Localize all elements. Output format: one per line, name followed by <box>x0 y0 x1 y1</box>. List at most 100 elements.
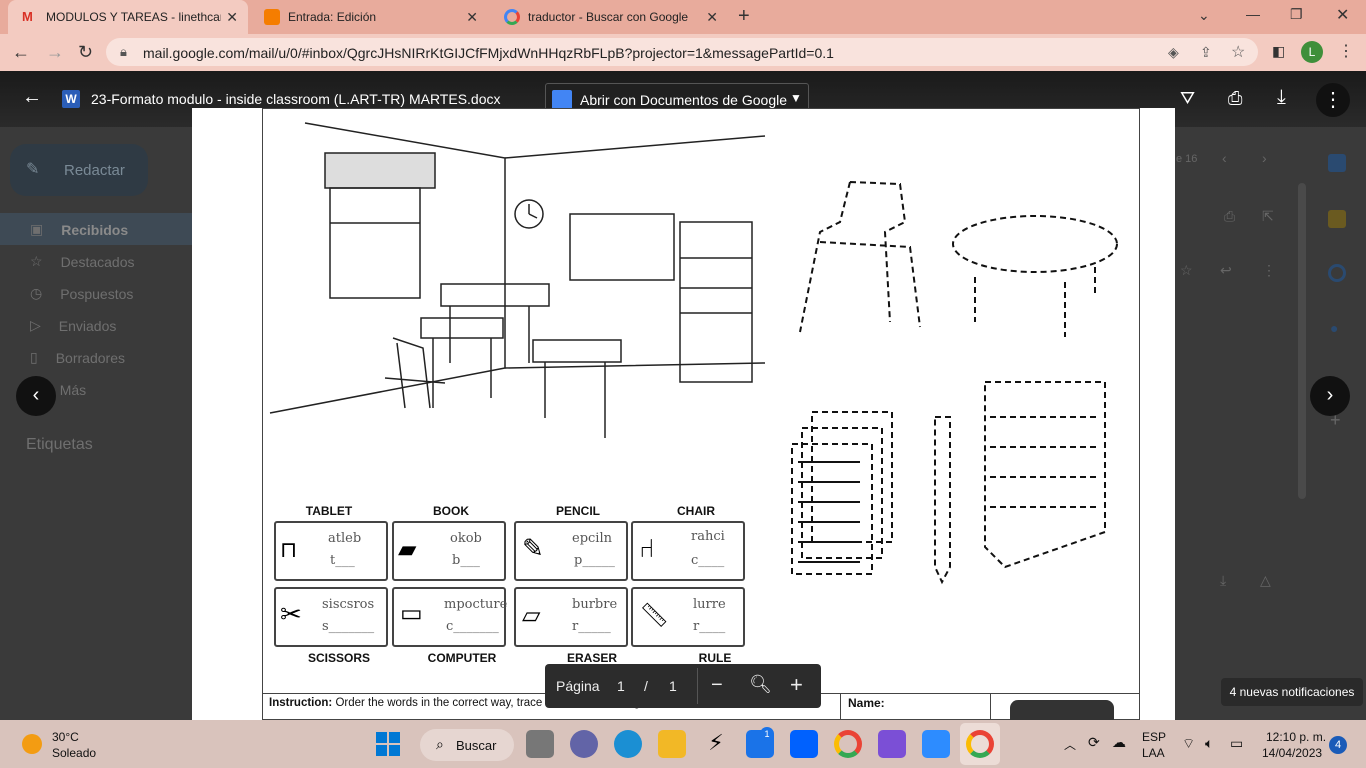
keyboard-layout[interactable]: LAA <box>1142 746 1165 760</box>
file-name: 23-Formato modulo - inside classroom (L.… <box>91 91 501 107</box>
dropbox-icon[interactable] <box>790 730 818 758</box>
file-explorer-icon[interactable] <box>658 730 686 758</box>
tab-search-icon[interactable]: ⌄ <box>1198 7 1210 24</box>
student-chair <box>384 337 446 409</box>
previous-attachment-button[interactable]: ‹ <box>16 376 56 416</box>
chevron-left-icon[interactable]: ‹ <box>1222 150 1227 166</box>
sidebar-item-drafts[interactable]: ▯ Borradores <box>30 349 125 366</box>
onedrive-icon[interactable]: ☁ <box>1112 734 1126 751</box>
compose-button[interactable]: ✎ Redactar <box>10 144 148 196</box>
contacts-icon[interactable]: ● <box>1330 320 1338 336</box>
tab-gmail[interactable]: M MODULOS Y TAREAS - linethcano ✕ <box>8 0 248 34</box>
chrome-profile-icon[interactable] <box>966 730 994 758</box>
star-icon[interactable]: ☆ <box>1180 262 1193 279</box>
forward-icon[interactable]: → <box>46 42 64 63</box>
open-new-window-icon[interactable]: ⇱ <box>1262 208 1274 225</box>
tab-blogger[interactable]: Entrada: Edición ✕ <box>250 0 488 34</box>
print-icon[interactable]: ⎙ <box>1228 88 1242 109</box>
reply-icon[interactable]: ↩ <box>1220 262 1232 279</box>
blogger-icon <box>264 9 280 25</box>
minimize-icon[interactable]: — <box>1246 6 1260 22</box>
chrome-icon[interactable] <box>834 730 862 758</box>
weather-temp[interactable]: 30°C <box>52 730 79 744</box>
wifi-icon[interactable]: ⌔ <box>1182 735 1195 753</box>
back-arrow-icon[interactable]: ← <box>22 86 42 109</box>
next-attachment-button[interactable]: › <box>1310 376 1350 416</box>
zoom-reset-icon[interactable]: 🔍︎ <box>749 674 772 695</box>
tasks-icon[interactable] <box>1328 264 1346 282</box>
chevron-up-icon[interactable]: ︿ <box>1064 736 1076 753</box>
sidebar-item-starred[interactable]: ☆ Destacados <box>30 253 135 270</box>
edge-icon[interactable] <box>614 730 642 758</box>
taskbar-search[interactable]: ⌕ Buscar <box>420 729 514 761</box>
divider <box>990 693 991 720</box>
trace-illustrations <box>791 181 1118 585</box>
url-text[interactable]: mail.google.com/mail/u/0/#inbox/QgrcJHsN… <box>143 45 834 61</box>
page-separator: / <box>644 678 648 694</box>
teams-chat-icon[interactable] <box>570 730 598 758</box>
pencil-icon: ✎ <box>522 533 544 563</box>
reload-icon[interactable]: ↻ <box>78 42 93 63</box>
close-icon[interactable]: ✕ <box>226 9 238 26</box>
notification-badge[interactable]: 4 <box>1329 736 1347 754</box>
window-close-icon[interactable]: ✕ <box>1336 5 1349 25</box>
label-eraser: ERASER <box>566 651 617 665</box>
add-to-drive-icon[interactable]: ⛛ <box>1180 88 1195 109</box>
language-code[interactable]: ESP <box>1142 730 1166 744</box>
sidebar-item-sent[interactable]: ▷ Enviados <box>30 317 116 334</box>
profile-avatar[interactable]: L <box>1301 41 1323 63</box>
weather-sun-icon[interactable] <box>22 734 42 754</box>
print-icon[interactable]: ⎙ <box>1224 208 1235 225</box>
restore-icon[interactable]: ❐ <box>1290 6 1303 23</box>
clock-date[interactable]: 14/04/2023 <box>1262 746 1322 760</box>
tab-google[interactable]: traductor - Buscar con Google ✕ <box>490 0 728 34</box>
menu-icon[interactable]: ⋮ <box>1338 41 1354 61</box>
chair-icon: ⑁ <box>639 533 655 563</box>
back-icon[interactable]: ← <box>12 42 30 63</box>
clipchamp-icon[interactable] <box>878 730 906 758</box>
scrollbar[interactable] <box>1298 183 1306 499</box>
page-current[interactable]: 1 <box>617 678 625 694</box>
sidebar-item-snoozed[interactable]: ◷ Pospuestos <box>30 285 133 302</box>
paper-trace <box>791 443 873 575</box>
more-actions-icon[interactable]: ⋮ <box>1316 83 1350 117</box>
dropdown-arrow-icon[interactable]: ▼ <box>790 91 802 105</box>
app-icon[interactable]: ⚡︎ <box>702 730 730 758</box>
sidepanel-icon[interactable]: ◧ <box>1272 43 1285 60</box>
sidebar-item-inbox[interactable]: ▣ Recibidos <box>30 221 128 238</box>
bookmark-star-icon[interactable]: ☆ <box>1231 42 1245 62</box>
more-icon[interactable]: ⋮ <box>1262 262 1276 279</box>
share-icon[interactable]: ⇪ <box>1200 44 1212 61</box>
weather-desc[interactable]: Soleado <box>52 746 96 760</box>
keep-icon[interactable] <box>1328 210 1346 228</box>
windows-start-icon[interactable] <box>376 732 400 756</box>
battery-icon[interactable]: ▭ <box>1230 735 1243 752</box>
star-icon: ☆ <box>30 253 43 269</box>
search-label: Buscar <box>456 738 497 753</box>
new-tab-button[interactable]: + <box>738 5 750 28</box>
zoom-in-icon[interactable]: + <box>790 672 803 698</box>
zoom-out-icon[interactable]: − <box>711 674 723 697</box>
clock-time[interactable]: 12:10 p. m. <box>1266 730 1326 744</box>
zoom-icon[interactable] <box>922 730 950 758</box>
calendar-icon[interactable] <box>1328 154 1346 172</box>
chevron-right-icon[interactable]: › <box>1262 150 1267 166</box>
clock-icon: ◷ <box>30 285 43 301</box>
task-view-icon[interactable] <box>526 730 554 758</box>
close-icon[interactable]: ✕ <box>466 9 478 26</box>
notification-toast[interactable]: 4 nuevas notificaciones <box>1221 678 1363 706</box>
student-desk <box>532 339 622 363</box>
download-icon[interactable]: ⤓ <box>1220 572 1226 589</box>
save-to-drive-icon[interactable]: △ <box>1260 572 1271 589</box>
lock-icon[interactable]: 🔒︎ <box>120 44 127 60</box>
scrambled-word: okob <box>450 531 482 546</box>
volume-icon[interactable]: 🔈︎ <box>1205 735 1213 752</box>
extension-icon[interactable]: ◈ <box>1168 44 1179 61</box>
sidebar-label: Enviados <box>58 317 117 334</box>
download-icon[interactable]: ⤓ <box>1277 86 1286 109</box>
window-blind <box>324 152 436 189</box>
close-icon[interactable]: ✕ <box>706 9 718 26</box>
compose-label: Redactar <box>64 162 125 179</box>
sync-icon[interactable]: ⟳ <box>1088 734 1100 751</box>
tab-label: Entrada: Edición <box>288 10 377 24</box>
